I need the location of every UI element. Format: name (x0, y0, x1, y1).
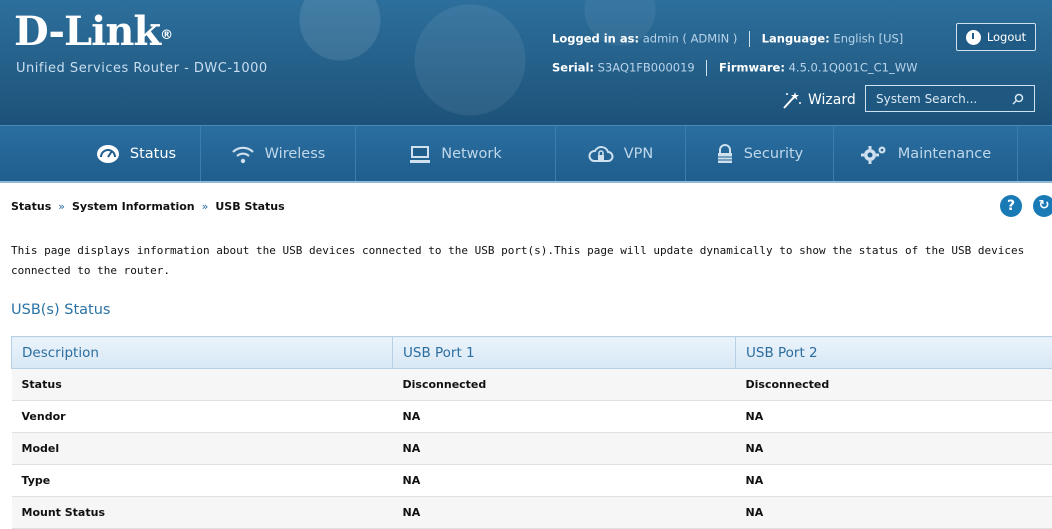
nav-wireless-label: Wireless (265, 146, 326, 162)
search-placeholder: System Search... (876, 92, 977, 106)
cell-value: NA (736, 497, 1052, 529)
breadcrumb-item-system-information[interactable]: System Information (72, 200, 195, 213)
logged-in-user: admin ( ADMIN ) (643, 32, 738, 46)
nav-network[interactable]: Network (355, 126, 555, 181)
cell-value: Disconnected (393, 369, 736, 401)
system-search-input[interactable]: System Search... (865, 85, 1035, 112)
refresh-icon[interactable]: ↻ (1033, 195, 1052, 217)
row-label: Vendor (12, 401, 393, 433)
wizard-label: Wizard (808, 92, 856, 108)
logout-button[interactable]: Logout (956, 23, 1036, 51)
nav-maintenance[interactable]: Maintenance (833, 126, 1018, 181)
firmware-label: Firmware: (719, 61, 785, 75)
logout-label: Logout (987, 30, 1026, 44)
row-label: Status (12, 369, 393, 401)
dlink-logo: D-Link® (14, 10, 172, 54)
nav-vpn-label: VPN (624, 146, 654, 162)
main-nav: Status Wireless Network VPN S (0, 125, 1052, 183)
divider (749, 31, 750, 47)
wifi-icon (231, 144, 255, 164)
status-gauge-icon (96, 144, 120, 164)
cell-value: NA (736, 433, 1052, 465)
language-label: Language: (762, 32, 830, 46)
wizard-link[interactable]: Wizard (780, 90, 856, 110)
breadcrumb-item-status[interactable]: Status (11, 200, 51, 213)
table-row: Vendor NA NA (12, 401, 1052, 433)
cell-value: Disconnected (736, 369, 1052, 401)
cell-value: NA (736, 465, 1052, 497)
breadcrumb-item-usb-status: USB Status (215, 200, 284, 213)
cell-value: NA (393, 433, 736, 465)
row-label: Type (12, 465, 393, 497)
nav-status-label: Status (130, 146, 176, 162)
product-name: Unified Services Router - DWC-1000 (16, 61, 268, 76)
nav-vpn[interactable]: VPN (555, 126, 685, 181)
serial-value: S3AQ1FB000019 (598, 61, 695, 75)
cell-value: NA (393, 401, 736, 433)
breadcrumb-separator: » (58, 200, 65, 213)
column-header-usb-port-1: USB Port 1 (393, 337, 736, 369)
table-row: Type NA NA (12, 465, 1052, 497)
language-value[interactable]: English [US] (833, 32, 903, 46)
padlock-icon (716, 144, 734, 164)
search-icon (1012, 93, 1024, 105)
row-label: Mount Status (12, 497, 393, 529)
serial-label: Serial: (552, 61, 594, 75)
logged-in-label: Logged in as: (552, 32, 639, 46)
login-info: Logged in as: admin ( ADMIN ) Language: … (552, 31, 903, 47)
nav-wireless[interactable]: Wireless (200, 126, 355, 181)
column-header-usb-port-2: USB Port 2 (736, 337, 1052, 369)
cell-value: NA (393, 465, 736, 497)
power-icon (966, 30, 981, 45)
monitor-icon (409, 144, 431, 164)
table-row: Mount Status NA NA (12, 497, 1052, 529)
page-description: This page displays information about the… (11, 241, 1049, 281)
gears-icon (860, 144, 888, 164)
cloud-lock-icon (588, 144, 614, 164)
nav-security-label: Security (744, 146, 804, 162)
breadcrumb: Status » System Information » USB Status (11, 200, 285, 213)
nav-network-label: Network (441, 146, 502, 162)
row-label: Model (12, 433, 393, 465)
nav-maintenance-label: Maintenance (898, 146, 991, 162)
nav-status[interactable]: Status (72, 126, 200, 181)
divider (706, 60, 707, 76)
breadcrumb-separator: » (202, 200, 209, 213)
cell-value: NA (736, 401, 1052, 433)
help-icon[interactable]: ? (1000, 195, 1022, 217)
cell-value: NA (393, 497, 736, 529)
table-row: Model NA NA (12, 433, 1052, 465)
section-title: USB(s) Status (11, 302, 110, 318)
table-row: Status Disconnected Disconnected (12, 369, 1052, 401)
nav-security[interactable]: Security (685, 126, 833, 181)
magic-wand-icon (780, 90, 802, 110)
firmware-value: 4.5.0.1Q001C_C1_WW (789, 61, 918, 75)
usb-status-table: Description USB Port 1 USB Port 2 Status… (11, 336, 1052, 529)
table-header-row: Description USB Port 1 USB Port 2 (12, 337, 1052, 369)
column-header-description: Description (12, 337, 393, 369)
app-header: D-Link® Unified Services Router - DWC-10… (0, 0, 1052, 125)
device-info: Serial: S3AQ1FB000019 Firmware: 4.5.0.1Q… (552, 60, 917, 76)
